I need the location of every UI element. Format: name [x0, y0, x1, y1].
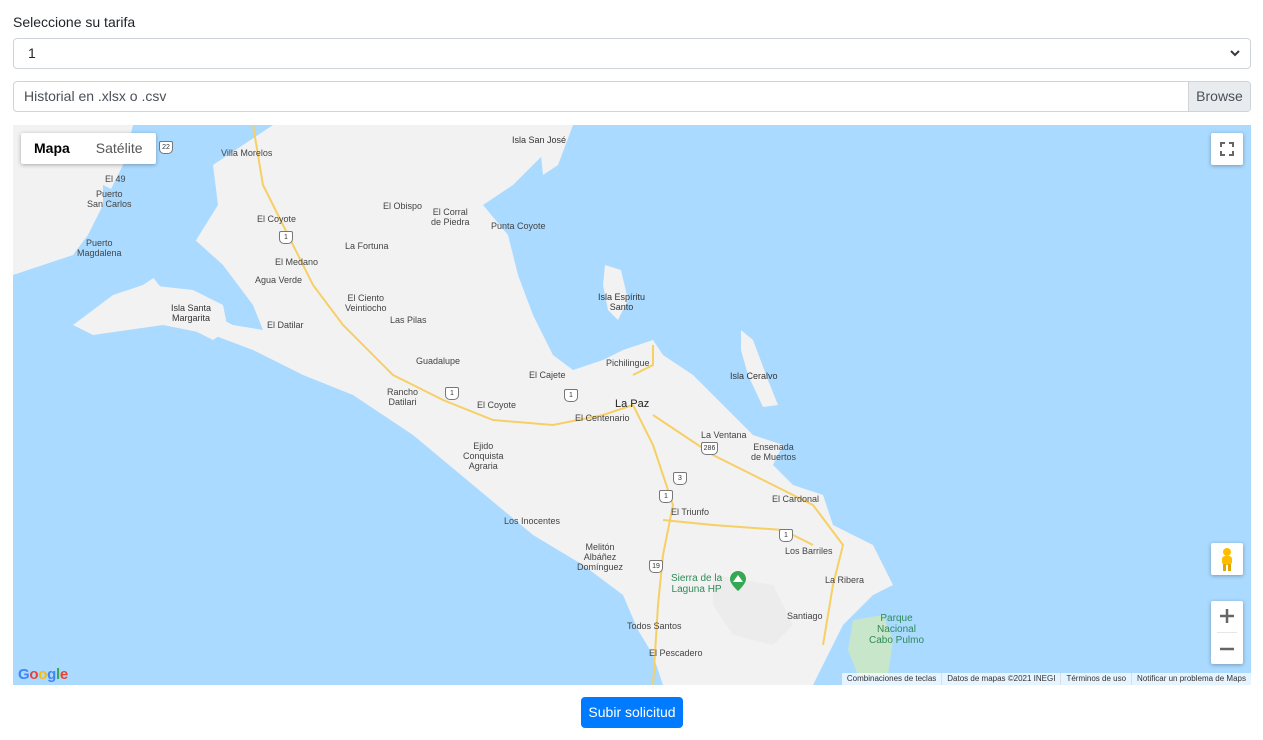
map-type-map-button[interactable]: Mapa: [21, 133, 83, 164]
place-label: El Datilar: [267, 320, 304, 330]
place-label: Isla Santa Margarita: [171, 303, 212, 323]
google-logo: Google: [18, 666, 68, 683]
highway-shield: 3: [673, 472, 687, 485]
place-label: El Coyote: [477, 400, 517, 410]
place-label: Puerto San Carlos: [87, 189, 132, 209]
place-label: El Triunfo: [671, 507, 710, 517]
park-marker-icon: [730, 571, 746, 591]
place-label: Rancho Datilari: [387, 387, 419, 407]
street-view-button[interactable]: [1211, 543, 1243, 575]
highway-shield: 22: [159, 141, 173, 154]
plus-icon[interactable]: [1211, 601, 1243, 632]
place-label: Los Barriles: [785, 546, 833, 556]
place-label: El Ciento Veintiocho: [345, 293, 387, 313]
place-label: El 49: [105, 174, 126, 184]
place-label: El Cardonal: [772, 494, 820, 504]
highway-shield: 1: [564, 389, 578, 402]
place-label: Isla Espíritu Santo: [598, 292, 646, 312]
place-label: Pichilingue: [606, 358, 650, 368]
zoom-control: [1211, 601, 1243, 664]
place-label: Ejido Conquista Agraria: [463, 441, 504, 471]
pegman-icon: [1222, 548, 1232, 571]
map-type-satellite-button[interactable]: Satélite: [83, 133, 156, 164]
place-label: El Centenario: [575, 413, 630, 423]
terms-link[interactable]: Términos de uso: [1060, 673, 1131, 685]
place-label: Punta Coyote: [491, 221, 546, 231]
place-label: Todos Santos: [627, 621, 682, 631]
place-label: La Paz: [615, 398, 650, 410]
map-attribution: Combinaciones de teclas Datos de mapas ©…: [841, 673, 1251, 685]
highway-shield: 19: [649, 560, 663, 573]
place-label: La Fortuna: [345, 241, 389, 251]
file-input-placeholder: Historial en .xlsx o .csv: [24, 88, 167, 104]
place-label: El Pescadero: [649, 648, 703, 658]
place-label: Isla San José: [512, 135, 567, 145]
place-label: Ensenada de Muertos: [751, 442, 797, 462]
place-label: Sierra de la Laguna HP: [671, 573, 723, 595]
place-label: El Medano: [275, 257, 319, 267]
place-label: La Ventana: [701, 430, 747, 440]
history-file-input[interactable]: Historial en .xlsx o .csv Browse: [13, 81, 1251, 112]
highway-shield: 1: [279, 231, 293, 244]
tariff-select-value: 1: [28, 45, 36, 61]
highway-shield: 1: [445, 387, 459, 400]
place-label: Las Pilas: [390, 315, 427, 325]
place-label: El Corral de Piedra: [431, 207, 470, 227]
report-problem-link[interactable]: Notificar un problema de Maps: [1131, 673, 1251, 685]
place-label: Parque Nacional Cabo Pulmo: [869, 613, 925, 646]
map-data-text: Datos de mapas ©2021 INEGI: [941, 673, 1060, 685]
fullscreen-icon: [1220, 142, 1234, 156]
place-label: El Coyote: [257, 214, 297, 224]
fullscreen-button[interactable]: [1211, 133, 1243, 165]
place-label: Agua Verde: [255, 275, 303, 285]
keyboard-shortcuts-link[interactable]: Combinaciones de teclas: [842, 673, 941, 685]
place-label: Santiago: [787, 611, 823, 621]
browse-button[interactable]: Browse: [1188, 82, 1250, 111]
tariff-label: Seleccione su tarifa: [13, 14, 136, 30]
place-label: Puerto Magdalena: [77, 238, 122, 258]
place-label: Guadalupe: [416, 356, 461, 366]
highway-shield: 1: [659, 490, 673, 503]
place-label: Isla Ceralvo: [730, 371, 778, 381]
place-label: La Ribera: [825, 575, 865, 585]
chevron-down-icon: [1230, 50, 1240, 57]
place-label: Los Inocentes: [504, 516, 561, 526]
place-label: El Cajete: [529, 370, 566, 380]
minus-icon[interactable]: [1211, 633, 1243, 664]
submit-button[interactable]: Subir solicitud: [581, 697, 683, 728]
map-type-control: Mapa Satélite: [21, 133, 156, 164]
highway-shield: 1: [779, 529, 793, 542]
place-label: Melitón Albáñez Domínguez: [577, 542, 624, 572]
map[interactable]: Villa Morelos El 49 Puerto San Carlos Pu…: [13, 125, 1251, 685]
place-label: El Obispo: [383, 201, 423, 211]
highway-shield: 286: [701, 442, 718, 455]
tariff-select[interactable]: 1: [13, 38, 1251, 69]
place-label: Villa Morelos: [221, 148, 273, 158]
